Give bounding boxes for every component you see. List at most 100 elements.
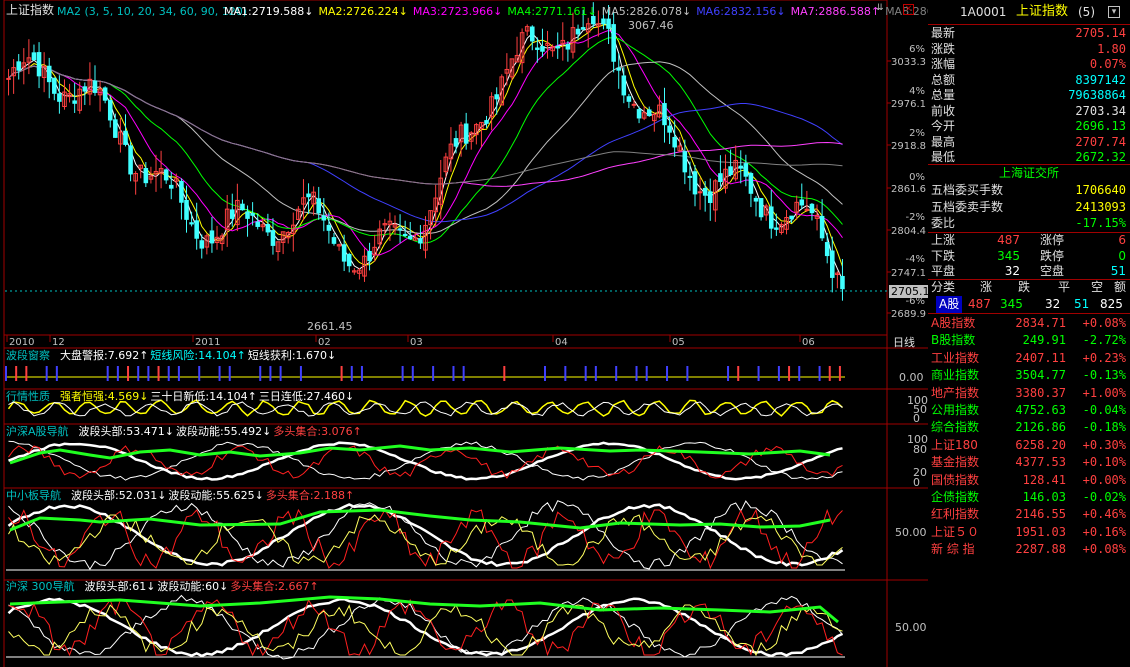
candle-body xyxy=(46,65,52,83)
breadth-label: 空盘 xyxy=(1040,264,1065,278)
candle-body xyxy=(646,109,652,117)
p1-axis-0: 0.00 xyxy=(899,371,924,384)
candle-body xyxy=(601,18,606,25)
breadth-label: 涨停 xyxy=(1040,233,1065,247)
candle-body xyxy=(321,215,327,221)
p4-axis-50: 50.00 xyxy=(895,526,927,539)
high-label: 3067.46 xyxy=(628,19,674,32)
index-row[interactable]: 综合指数 2126.86 -0.18% xyxy=(928,419,1130,436)
candle-body xyxy=(407,235,413,240)
index-change: +0.23% xyxy=(1082,350,1126,365)
candle-body xyxy=(718,173,723,183)
a-share-empty: 51 xyxy=(1074,297,1090,311)
index-change: +0.08% xyxy=(1082,542,1126,557)
candle-body xyxy=(92,80,98,93)
candle-body xyxy=(611,24,616,62)
index-row[interactable]: A股指数 2834.71 +0.08% xyxy=(928,315,1130,332)
index-change: -0.04% xyxy=(1082,403,1126,417)
quote-panel: 1A0001 上证指数 (5) ▾ 最新 2705.14 涨跌 1.80 涨幅 0.07%… xyxy=(928,0,1130,667)
time-unit-label[interactable]: 日线 xyxy=(893,336,915,349)
index-row[interactable]: 公用指数 4752.63 -0.04% xyxy=(928,402,1130,419)
candle-body xyxy=(555,46,560,49)
a-share-row[interactable]: A股 487 345 32 51 825 xyxy=(928,296,1130,313)
price-tick: 2861.6 xyxy=(891,184,926,195)
p4-item-1: 波段头部:52.031↓ xyxy=(71,489,167,502)
candle-body xyxy=(662,103,667,126)
candle-body xyxy=(326,224,332,231)
index-name: A股指数 xyxy=(931,316,976,330)
pct-tick: 0% xyxy=(909,172,925,183)
ma-legend-3: MA3:2723.966↓ xyxy=(412,5,503,18)
breadth-value: 51 xyxy=(1110,264,1126,278)
index-value: 1951.03 xyxy=(1015,524,1066,539)
panel-name: 行情性质 xyxy=(6,390,50,403)
quote-row: 涨跌 1.80 xyxy=(928,41,1130,58)
time-tick: 05 xyxy=(672,337,685,348)
chart-canvas[interactable]: 3033.3 2976.1 2918.8 2861.6 2804.4 2747.1 2689… xyxy=(0,0,928,667)
quote-title: 1A0001 上证指数 (5) ▾ xyxy=(928,0,1130,24)
index-name: 基金指数 xyxy=(931,455,980,470)
index-row[interactable]: 地产指数 3380.37 +1.00% xyxy=(928,385,1130,402)
panel-name: 波段窗察 xyxy=(6,349,50,362)
ma-legend-4: MA4:2771.161↓ xyxy=(507,5,597,18)
category-col: 分类 xyxy=(931,280,956,294)
candle-body xyxy=(728,166,733,176)
order-row: 五档委卖手数 2413093 xyxy=(928,199,1130,216)
time-tick: 04 xyxy=(555,337,568,348)
index-value: 4377.53 xyxy=(1015,455,1066,470)
p3-line-green xyxy=(9,444,831,465)
quote-row: 今开 2696.13 xyxy=(928,118,1130,135)
candle-body xyxy=(306,193,311,198)
candle-body xyxy=(692,171,698,195)
index-row[interactable]: 企债指数 146.03 -0.02% xyxy=(928,489,1130,506)
candle-body xyxy=(367,250,372,262)
quote-row-value: 8397142 xyxy=(1075,72,1126,87)
index-change: +1.00% xyxy=(1082,385,1126,400)
candle-body xyxy=(494,94,499,100)
candle-body xyxy=(113,119,118,138)
index-value: 146.03 xyxy=(1022,490,1066,504)
quote-row: 最高 2707.74 xyxy=(928,134,1130,151)
ma-legend-2: MA2:2726.224↓ xyxy=(318,5,408,18)
close-icon[interactable]: × xyxy=(903,4,914,15)
index-value: 2146.55 xyxy=(1015,507,1066,522)
index-row[interactable]: 国债指数 128.41 +0.00% xyxy=(928,472,1130,489)
breadth-value: 6 xyxy=(1118,233,1126,247)
current-price-label: 2705.1 xyxy=(889,285,932,298)
index-row[interactable]: 上证180 6258.20 +0.30% xyxy=(928,437,1130,454)
index-change: +0.08% xyxy=(1082,316,1126,330)
candle-body xyxy=(16,61,21,71)
a-share-down: 345 xyxy=(1000,297,1023,311)
index-name: 红利指数 xyxy=(931,507,980,522)
panel-hangqing-title: 行情性质 强者恒强:4.569↓ 三十日新低:14.104↑ 三日连低:27.460↓ xyxy=(6,390,354,404)
candle-body xyxy=(270,230,276,246)
index-change: +0.46% xyxy=(1082,507,1126,522)
quote-row-value: 2705.14 xyxy=(1075,26,1126,40)
index-row[interactable]: 红利指数 2146.55 +0.46% xyxy=(928,506,1130,523)
index-row[interactable]: 基金指数 4377.53 +0.10% xyxy=(928,454,1130,471)
candle-body xyxy=(753,197,759,202)
index-row[interactable]: 工业指数 2407.11 +0.23% xyxy=(928,350,1130,367)
index-row[interactable]: 新 综 指 2287.88 +0.08% xyxy=(928,541,1130,558)
index-row[interactable]: B股指数 249.91 -2.72% xyxy=(928,332,1130,349)
quote-row-value: 2703.34 xyxy=(1075,103,1126,118)
candle-body xyxy=(143,167,149,184)
p5-item-3: 多头集合:2.667↑ xyxy=(230,580,319,593)
scroll-down-icon[interactable]: ⇊ xyxy=(876,4,885,13)
candle-body xyxy=(31,52,37,61)
candle-body xyxy=(565,44,571,50)
candle-body xyxy=(209,230,215,244)
index-change: -0.02% xyxy=(1082,490,1126,504)
candle-body xyxy=(240,203,245,211)
candle-body xyxy=(463,123,469,144)
index-row[interactable]: 商业指数 3504.77 -0.13% xyxy=(928,367,1130,384)
pct-tick: 6% xyxy=(909,44,925,55)
candle-body xyxy=(107,99,113,121)
index-value: 4752.63 xyxy=(1015,403,1066,417)
index-name: 上证５０ xyxy=(931,524,980,539)
index-row[interactable]: 上证５０ 1951.03 +0.16% xyxy=(928,524,1130,541)
candle-body xyxy=(774,227,779,230)
candle-body xyxy=(702,187,708,196)
time-axis: 2010 12 2011 02 03 04 05 06 xyxy=(6,335,815,348)
expand-icon[interactable]: ▾ xyxy=(1108,6,1120,18)
